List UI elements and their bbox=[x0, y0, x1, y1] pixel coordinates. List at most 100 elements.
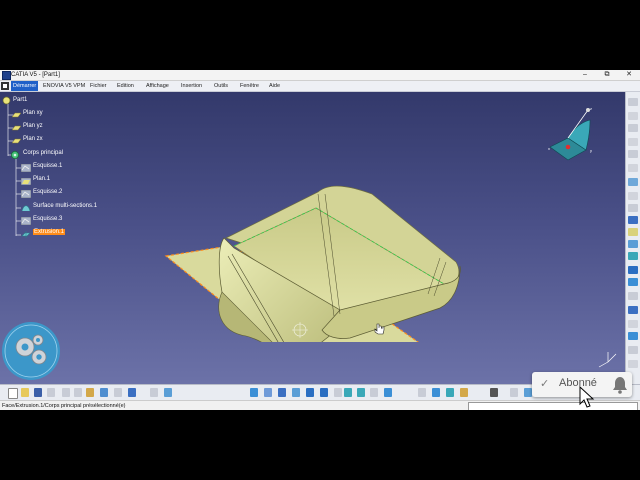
tool-button[interactable] bbox=[628, 320, 638, 328]
tool-button[interactable] bbox=[432, 388, 440, 397]
extrude-icon bbox=[21, 231, 31, 238]
body-gear-icon bbox=[11, 151, 19, 159]
sketch-icon bbox=[21, 190, 31, 198]
knowledge-icon[interactable] bbox=[164, 388, 172, 397]
tool-button[interactable] bbox=[628, 192, 638, 200]
menu-aide[interactable]: Aide bbox=[269, 81, 280, 91]
formula-icon[interactable] bbox=[150, 388, 158, 397]
bell-icon[interactable] bbox=[612, 375, 628, 394]
copy-icon[interactable] bbox=[74, 388, 82, 397]
help-icon[interactable] bbox=[128, 388, 136, 397]
tool-button[interactable] bbox=[628, 252, 638, 260]
tree-item-surface-multi-sections[interactable]: Surface multi-sections.1 bbox=[33, 203, 97, 209]
undo-icon[interactable] bbox=[100, 388, 108, 397]
fit-all-icon[interactable] bbox=[264, 388, 272, 397]
tree-root-part1[interactable]: Part1 bbox=[13, 97, 27, 103]
hand-cursor-icon bbox=[374, 323, 385, 335]
open-file-icon[interactable] bbox=[21, 388, 29, 397]
tree-item-plan-yz[interactable]: Plan yz bbox=[23, 123, 43, 129]
menu-affichage[interactable]: Affichage bbox=[146, 81, 169, 91]
check-icon: ✓ bbox=[540, 378, 550, 390]
tree-item-esquisse-2[interactable]: Esquisse.2 bbox=[33, 189, 62, 195]
plane-icon bbox=[12, 112, 21, 118]
redo-icon[interactable] bbox=[114, 388, 122, 397]
axis-system-icon bbox=[598, 352, 617, 368]
plane-icon bbox=[21, 178, 31, 185]
mouse-pointer-icon bbox=[579, 386, 595, 408]
swap-visible-icon[interactable] bbox=[384, 388, 392, 397]
tool-button[interactable] bbox=[460, 388, 468, 397]
tool-button[interactable] bbox=[628, 306, 638, 314]
tree-item-plan-xy[interactable]: Plan xy bbox=[23, 110, 43, 116]
compass-icon[interactable]: z y x bbox=[546, 106, 600, 162]
status-bar: Face/Extrusion.1/Corps principal préséle… bbox=[0, 400, 640, 410]
save-icon[interactable] bbox=[34, 388, 42, 397]
catia-window: CATIA V5 - [Part1] – ⧉ ✕ Démarrer ENOVIA… bbox=[0, 70, 640, 410]
tool-button[interactable] bbox=[628, 124, 638, 132]
menu-demarrer[interactable]: Démarrer bbox=[11, 81, 39, 91]
sketch-tool-button[interactable] bbox=[628, 178, 638, 186]
tool-button[interactable] bbox=[628, 204, 638, 212]
3d-viewport[interactable]: Part1 Plan xy Plan yz Plan zx Corps prin… bbox=[0, 92, 625, 384]
catia-app-icon bbox=[2, 71, 11, 80]
channel-logo-icon bbox=[2, 322, 60, 380]
tree-item-esquisse-3[interactable]: Esquisse.3 bbox=[33, 216, 62, 222]
menu-edition[interactable]: Edition bbox=[117, 81, 134, 91]
tool-button[interactable] bbox=[628, 150, 638, 158]
paste-icon[interactable] bbox=[86, 388, 94, 397]
right-toolbar bbox=[625, 92, 640, 384]
tool-button[interactable] bbox=[628, 332, 638, 340]
tool-button[interactable] bbox=[628, 98, 638, 106]
tool-button[interactable] bbox=[628, 228, 638, 236]
pan-icon[interactable] bbox=[278, 388, 286, 397]
compass-axis-x: x bbox=[548, 146, 550, 151]
shading-icon[interactable] bbox=[357, 388, 365, 397]
tree-item-corps-principal[interactable]: Corps principal bbox=[23, 150, 63, 156]
menu-fenetre[interactable]: Fenêtre bbox=[240, 81, 259, 91]
plane-icon bbox=[12, 125, 21, 131]
cut-icon[interactable] bbox=[62, 388, 70, 397]
minimize-button[interactable]: – bbox=[578, 70, 592, 80]
tree-item-extrusion-1[interactable]: Extrusion.1 bbox=[33, 229, 66, 235]
fly-mode-icon[interactable] bbox=[250, 388, 258, 397]
hide-show-icon[interactable] bbox=[370, 388, 378, 397]
tool-button[interactable] bbox=[628, 278, 638, 286]
tree-item-plan-zx[interactable]: Plan zx bbox=[23, 136, 43, 142]
tool-button[interactable] bbox=[490, 388, 498, 397]
tool-button[interactable] bbox=[446, 388, 454, 397]
tool-button[interactable] bbox=[628, 346, 638, 354]
plane-icon bbox=[12, 138, 21, 144]
tool-button[interactable] bbox=[628, 216, 638, 224]
tree-item-esquisse-1[interactable]: Esquisse.1 bbox=[33, 163, 62, 169]
menu-insertion[interactable]: Insertion bbox=[181, 81, 202, 91]
command-input[interactable] bbox=[468, 402, 638, 410]
tool-button[interactable] bbox=[524, 388, 532, 397]
menu-fichier[interactable]: Fichier bbox=[90, 81, 107, 91]
tree-item-plan-1[interactable]: Plan.1 bbox=[33, 176, 50, 182]
tool-button[interactable] bbox=[418, 388, 426, 397]
close-button[interactable]: ✕ bbox=[622, 70, 636, 80]
print-icon[interactable] bbox=[47, 388, 55, 397]
menu-outils[interactable]: Outils bbox=[214, 81, 228, 91]
zoom-out-icon[interactable] bbox=[320, 388, 328, 397]
rotate-icon[interactable] bbox=[292, 388, 300, 397]
tool-button[interactable] bbox=[628, 266, 638, 274]
normal-view-icon[interactable] bbox=[334, 388, 342, 397]
tool-button[interactable] bbox=[628, 360, 638, 368]
new-file-icon[interactable] bbox=[8, 388, 18, 399]
catia-logo-icon bbox=[1, 82, 9, 90]
restore-button[interactable]: ⧉ bbox=[600, 70, 614, 80]
zoom-in-icon[interactable] bbox=[306, 388, 314, 397]
tool-button[interactable] bbox=[628, 164, 638, 172]
menu-enovia[interactable]: ENOVIA V5 VPM bbox=[43, 81, 85, 91]
tool-button[interactable] bbox=[628, 112, 638, 120]
status-message: Face/Extrusion.1/Corps principal préséle… bbox=[2, 403, 126, 409]
tool-button[interactable] bbox=[628, 240, 638, 248]
iso-view-icon[interactable] bbox=[344, 388, 352, 397]
menu-bar: Démarrer ENOVIA V5 VPM Fichier Edition A… bbox=[0, 81, 640, 92]
window-title: CATIA V5 - [Part1] bbox=[11, 72, 60, 78]
3d-part-model[interactable] bbox=[160, 117, 470, 342]
tool-button[interactable] bbox=[510, 388, 518, 397]
tool-button[interactable] bbox=[628, 292, 638, 300]
tool-button[interactable] bbox=[628, 138, 638, 146]
